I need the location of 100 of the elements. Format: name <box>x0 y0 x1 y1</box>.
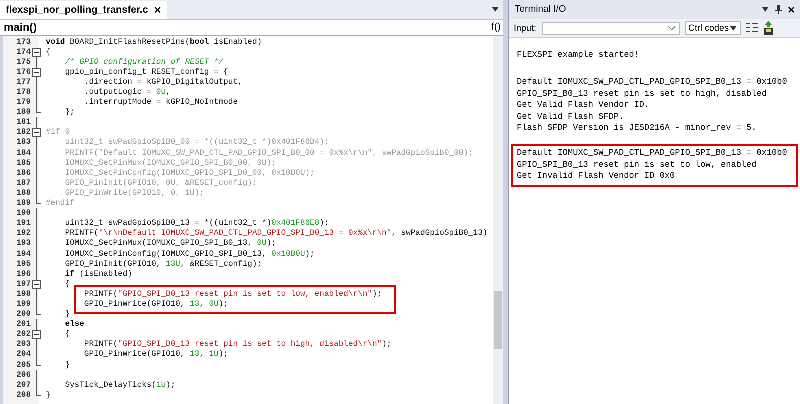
chevron-down-icon[interactable] <box>668 26 676 30</box>
code-line: } <box>64 360 70 370</box>
fold-minus-icon[interactable] <box>32 330 40 340</box>
function-selector[interactable]: main() <box>4 22 37 34</box>
line-number: 173 <box>16 38 31 47</box>
line-number: 189 <box>16 199 31 208</box>
input-field[interactable] <box>542 22 680 34</box>
terminal-output-line: Flash SFDP Version is JESD216A - minor_rev = 5. <box>517 123 758 134</box>
code-line: PRINTF("Default IOMUXC_SW_PAD_CTL_PAD_GPIO_SPI_B0_00 = 0x%x\r\n", swPadGpioSpiB0_00); <box>64 148 474 158</box>
terminal-output-line: Default IOMUXC_SW_PAD_CTL_PAD_GPIO_SPI_B0_13 = 0x10b0 <box>517 77 788 88</box>
code-line: IOMUXC_SetPinMux(IOMUXC_GPIO_SPI_B0_13, 0U); <box>64 239 276 248</box>
line-number: 191 <box>16 219 31 228</box>
code-line: IOMUXC_SetPinMux(IOMUXC_GPIO_SPI_B0_00, 0U); <box>64 158 276 168</box>
line-number: 176 <box>16 68 31 77</box>
terminal-output-line: Get Invalid Flash Vendor ID 0x0 <box>517 171 676 182</box>
line-number: 205 <box>16 360 31 370</box>
code-line: { <box>64 330 70 340</box>
code-line: GPIO_PinInit(GPIO10, 13U, &RESET_config); <box>64 260 262 269</box>
caret-icon <box>730 26 737 30</box>
line-number: 183 <box>16 138 31 148</box>
dropdown-icon[interactable] <box>492 7 499 12</box>
line-number: 186 <box>16 168 31 178</box>
scrollbar-thumb[interactable] <box>494 291 502 349</box>
line-number: 195 <box>16 260 31 269</box>
code-line: else <box>64 320 84 330</box>
code-line: GPIO_PinWrite(GPIO10, 13, 0U); <box>83 300 228 309</box>
fold-minus-icon[interactable] <box>32 48 40 57</box>
line-number: 181 <box>16 118 31 128</box>
line-number: 194 <box>16 250 31 259</box>
line-number: 184 <box>16 148 31 158</box>
pin-icon[interactable] <box>774 5 782 14</box>
line-number: 192 <box>16 229 31 238</box>
file-tab-label: flexspi_nor_polling_transfer.c <box>6 4 148 16</box>
options-icon[interactable] <box>746 23 758 33</box>
line-number: 206 <box>16 370 31 380</box>
line-number: 182 <box>16 128 31 138</box>
function-list-button[interactable]: f() <box>492 22 501 33</box>
panel-title: Terminal I/O <box>515 4 566 15</box>
line-number: 175 <box>16 58 31 67</box>
line-number: 193 <box>16 239 31 248</box>
scrollbar[interactable] <box>493 36 503 404</box>
save-log-icon[interactable] <box>762 21 774 35</box>
code-line: .outputLogic = 0U, <box>83 88 171 98</box>
code-line: /* GPIO configuration of RESET */ <box>64 58 224 67</box>
code-line: GPIO_PinWrite(GPIO10, 13, 1U); <box>83 350 228 360</box>
fold-minus-icon[interactable] <box>32 68 40 77</box>
code-line: IOMUXC_SetPinConfig(IOMUXC_GPIO_SPI_B0_00, 0x10B0U); <box>64 168 315 178</box>
input-label: Input: <box>514 23 537 33</box>
line-number: 203 <box>16 340 31 350</box>
terminal-output-line: GPIO_SPI_B0_13 reset pin is set to high, disabled <box>517 88 768 100</box>
line-number: 188 <box>16 188 31 198</box>
line-number: 208 <box>16 390 31 400</box>
line-number: 201 <box>16 320 31 330</box>
line-number: 178 <box>16 88 31 98</box>
file-tab[interactable]: flexspi_nor_polling_transfer.c × <box>0 1 168 19</box>
line-number: 190 <box>16 209 31 218</box>
code-line: { <box>46 48 51 57</box>
code-line: PRINTF("GPIO_SPI_B0_13 reset pin is set to low, enabled\r\n"); <box>83 290 382 299</box>
line-number: 202 <box>16 330 31 340</box>
line-number: 197 <box>16 280 31 289</box>
code-line: #endif <box>46 199 75 208</box>
line-number: 187 <box>16 178 31 188</box>
line-number: 200 <box>16 310 31 320</box>
dropdown-icon[interactable] <box>762 7 769 12</box>
line-number: 204 <box>16 350 31 360</box>
code-line: gpio_pin_config_t RESET_config = { <box>64 68 228 77</box>
line-number: 174 <box>16 48 31 57</box>
terminal-output-line: Default IOMUXC_SW_PAD_CTL_PAD_GPIO_SPI_B0_13 = 0x10b0 <box>517 148 788 160</box>
code-line: void BOARD_InitFlashResetPins(bool isEnabled) <box>46 38 262 47</box>
terminal-output-line: GPIO_SPI_B0_13 reset pin is set to low, enabled <box>517 160 758 171</box>
code-line: } <box>64 310 70 320</box>
close-icon[interactable]: × <box>154 4 162 16</box>
code-line: if (isEnabled) <box>64 270 132 279</box>
code-line: }; <box>64 108 75 118</box>
code-line: PRINTF("\r\nDefault IOMUXC_SW_PAD_CTL_PAD_GPIO_SPI_B0_13 = 0x%x\r\n", swPadGpioSpiB0_13) <box>64 229 488 238</box>
code-line: GPIO_PinWrite(GPIO10, 0, 1U); <box>64 188 204 198</box>
code-line: .direction = kGPIO_DigitalOutput, <box>83 78 243 87</box>
code-line: uint32_t swPadGpioSpiB0_13 = *((uint32_t *)0x401F86E8); <box>64 219 330 228</box>
fold-minus-icon[interactable] <box>32 280 40 289</box>
line-number: 198 <box>16 290 31 299</box>
code-line: } <box>46 390 51 400</box>
line-number: 179 <box>16 98 31 108</box>
close-icon[interactable]: × <box>788 4 795 16</box>
terminal-output-line: Get Valid Flash SFDP. <box>517 112 626 123</box>
ctrl-codes-dropdown[interactable]: Ctrl codes <box>684 21 741 35</box>
terminal-output-line: Get Valid Flash Vendor ID. <box>517 100 651 112</box>
code-line: { <box>64 280 70 289</box>
code-line: SysTick_DelayTicks(1U); <box>64 380 176 390</box>
line-number: 199 <box>16 300 31 309</box>
code-line: GPIO_PinInit(GPIO10, 0U, &RESET_config); <box>64 178 258 188</box>
code-line: uint32_t swPadGpioSpiB0_00 = *((uint32_t *)0x401F86B4); <box>64 138 330 148</box>
line-number: 207 <box>16 380 31 390</box>
code-line: .interruptMode = kGPIO_NoIntmode <box>83 98 238 108</box>
code-line: IOMUXC_SetPinConfig(IOMUXC_GPIO_SPI_B0_13, 0x10B0U); <box>64 250 315 259</box>
fold-minus-icon[interactable] <box>32 128 40 138</box>
line-number: 185 <box>16 158 31 168</box>
code-line: PRINTF("GPIO_SPI_B0_13 reset pin is set to high, disabled\r\n"); <box>83 340 392 350</box>
code-line: #if 0 <box>46 128 70 138</box>
terminal-output-line: FLEXSPI example started! <box>517 50 640 62</box>
line-number: 177 <box>16 78 31 87</box>
